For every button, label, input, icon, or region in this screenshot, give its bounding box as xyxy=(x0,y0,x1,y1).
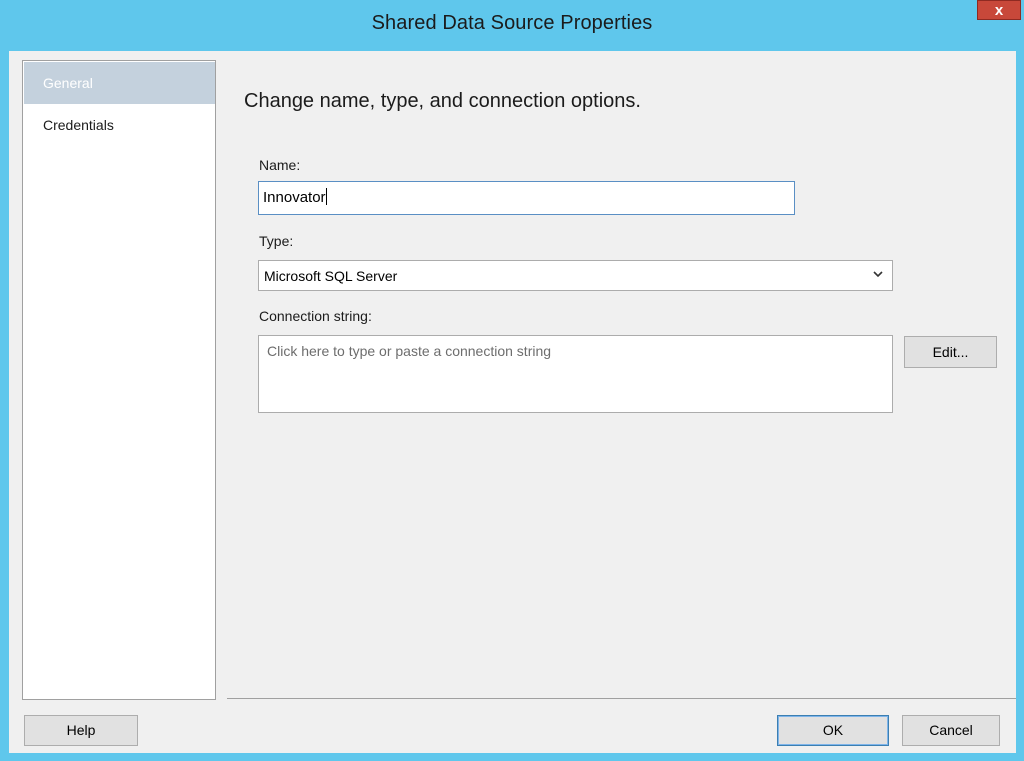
page-heading: Change name, type, and connection option… xyxy=(244,90,641,112)
dialog-title: Shared Data Source Properties xyxy=(371,12,653,34)
name-input[interactable]: Innovator xyxy=(258,181,795,215)
dialog-window: Shared Data Source Properties x General … xyxy=(0,0,1024,761)
chevron-down-icon[interactable] xyxy=(872,267,884,285)
type-label: Type: xyxy=(259,233,294,249)
name-input-value: Innovator xyxy=(263,189,326,206)
edit-button[interactable]: Edit... xyxy=(904,336,997,368)
connection-string-label: Connection string: xyxy=(259,308,372,324)
connection-string-input[interactable]: Click here to type or paste a connection… xyxy=(258,335,893,413)
page-navigation: General Credentials xyxy=(22,60,216,700)
type-select-value: Microsoft SQL Server xyxy=(264,268,398,284)
nav-item-general[interactable]: General xyxy=(24,62,215,104)
connection-string-placeholder: Click here to type or paste a connection… xyxy=(267,343,552,359)
footer-separator xyxy=(227,698,1016,699)
help-button[interactable]: Help xyxy=(24,715,138,746)
type-select[interactable]: Microsoft SQL Server xyxy=(258,260,893,291)
ok-button[interactable]: OK xyxy=(777,715,889,746)
cancel-button[interactable]: Cancel xyxy=(902,715,1000,746)
title-bar[interactable]: Shared Data Source Properties x xyxy=(0,0,1024,51)
dialog-body: General Credentials Change name, type, a… xyxy=(9,51,1016,753)
nav-item-credentials[interactable]: Credentials xyxy=(24,104,215,146)
name-label: Name: xyxy=(259,157,301,173)
text-caret xyxy=(325,188,327,205)
close-button[interactable]: x xyxy=(977,0,1021,20)
